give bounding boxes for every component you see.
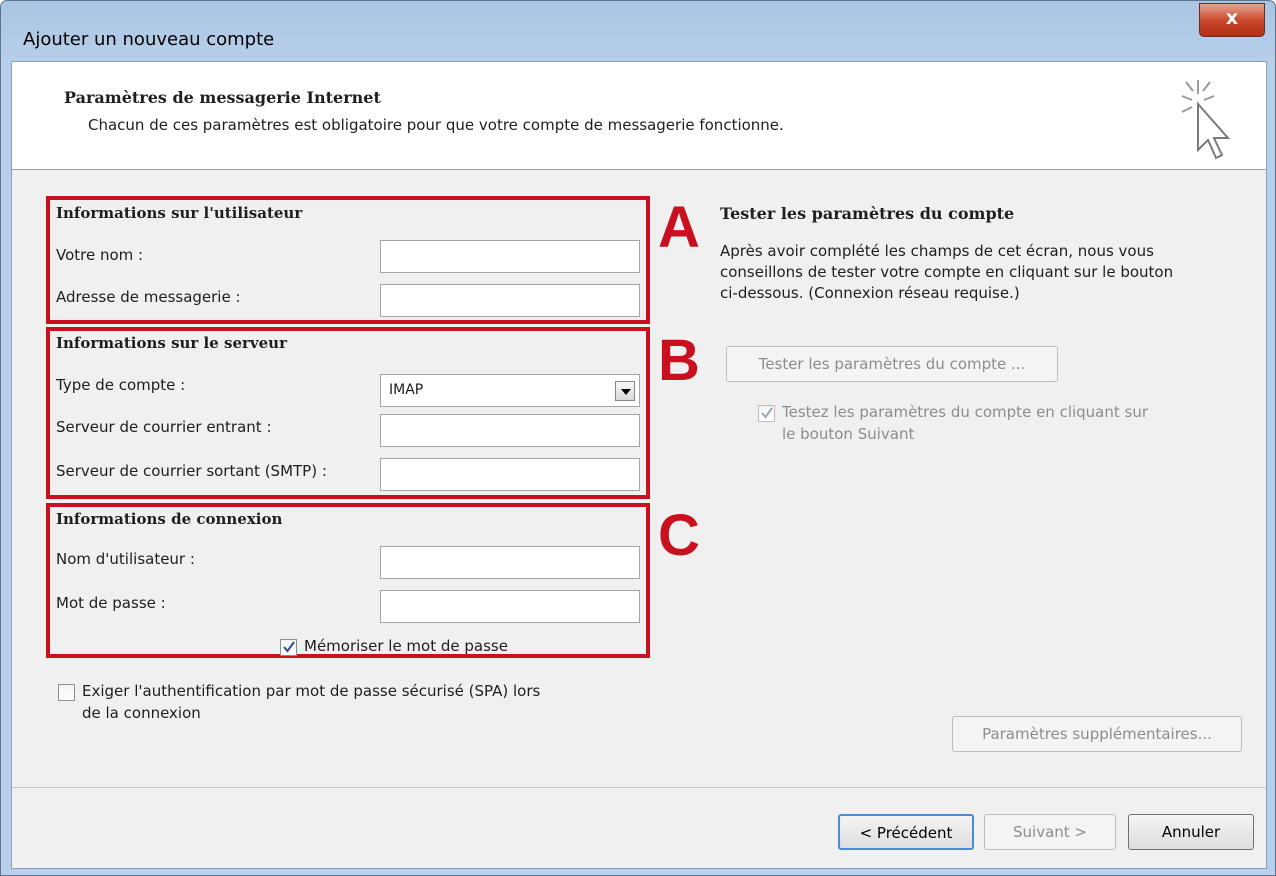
dialog-body: Paramètres de messagerie Internet Chacun… bbox=[11, 61, 1267, 869]
auto-test-label-line1[interactable]: Testez les paramètres du compte en cliqu… bbox=[782, 403, 1148, 421]
spa-label-line1[interactable]: Exiger l'authentification par mot de pas… bbox=[82, 682, 540, 700]
next-button[interactable]: Suivant > bbox=[984, 814, 1116, 850]
close-icon: x bbox=[1225, 7, 1239, 29]
marker-c: C bbox=[658, 503, 700, 568]
name-field[interactable] bbox=[380, 240, 640, 273]
page-title: Paramètres de messagerie Internet bbox=[64, 88, 381, 107]
remember-password-checkbox[interactable] bbox=[280, 639, 297, 656]
auto-test-checkbox[interactable] bbox=[758, 405, 775, 422]
window-title: Ajouter un nouveau compte bbox=[23, 29, 275, 50]
wizard-header: Paramètres de messagerie Internet Chacun… bbox=[12, 62, 1266, 170]
marker-a: A bbox=[658, 195, 700, 260]
password-label: Mot de passe : bbox=[56, 594, 166, 612]
server-info-title: Informations sur le serveur bbox=[56, 334, 287, 352]
test-account-button[interactable]: Tester les paramètres du compte ... bbox=[726, 346, 1058, 382]
marker-b: B bbox=[658, 328, 700, 393]
check-icon bbox=[761, 407, 773, 419]
email-field[interactable] bbox=[380, 284, 640, 317]
name-label: Votre nom : bbox=[56, 246, 144, 264]
spa-checkbox[interactable] bbox=[58, 684, 75, 701]
test-settings-title: Tester les paramètres du compte bbox=[720, 204, 1015, 223]
incoming-server-field[interactable] bbox=[380, 414, 640, 447]
email-label: Adresse de messagerie : bbox=[56, 288, 241, 306]
outgoing-server-label: Serveur de courrier sortant (SMTP) : bbox=[56, 462, 327, 480]
account-type-select[interactable]: IMAP bbox=[380, 374, 640, 407]
dialog-window: Ajouter un nouveau compte x Paramètres d… bbox=[0, 0, 1276, 876]
username-label: Nom d'utilisateur : bbox=[56, 550, 195, 568]
footer-divider bbox=[12, 787, 1266, 788]
user-info-title: Informations sur l'utilisateur bbox=[56, 204, 303, 222]
check-icon bbox=[283, 641, 295, 653]
chevron-down-icon[interactable] bbox=[615, 381, 635, 401]
account-type-label: Type de compte : bbox=[56, 376, 186, 394]
remember-password-label[interactable]: Mémoriser le mot de passe bbox=[304, 637, 508, 655]
account-type-value: IMAP bbox=[389, 382, 424, 398]
outgoing-server-field[interactable] bbox=[380, 458, 640, 491]
back-button[interactable]: < Précédent bbox=[838, 814, 974, 850]
logon-info-title: Informations de connexion bbox=[56, 510, 283, 528]
cursor-click-icon bbox=[1181, 80, 1231, 160]
spa-label-line2[interactable]: de la connexion bbox=[82, 704, 201, 722]
test-desc-line3: ci-dessous. (Connexion réseau requise.) bbox=[720, 284, 1020, 302]
username-field[interactable] bbox=[380, 546, 640, 579]
title-bar[interactable]: Ajouter un nouveau compte x bbox=[1, 1, 1275, 61]
incoming-server-label: Serveur de courrier entrant : bbox=[56, 418, 272, 436]
password-field[interactable] bbox=[380, 590, 640, 623]
more-settings-button[interactable]: Paramètres supplémentaires... bbox=[952, 716, 1242, 752]
auto-test-label-line2[interactable]: le bouton Suivant bbox=[782, 425, 914, 443]
test-desc-line1: Après avoir complété les champs de cet é… bbox=[720, 242, 1154, 260]
page-subtitle: Chacun de ces paramètres est obligatoire… bbox=[88, 116, 784, 134]
test-desc-line2: conseillons de tester votre compte en cl… bbox=[720, 263, 1174, 281]
close-button[interactable]: x bbox=[1199, 3, 1265, 37]
cancel-button[interactable]: Annuler bbox=[1128, 814, 1254, 850]
